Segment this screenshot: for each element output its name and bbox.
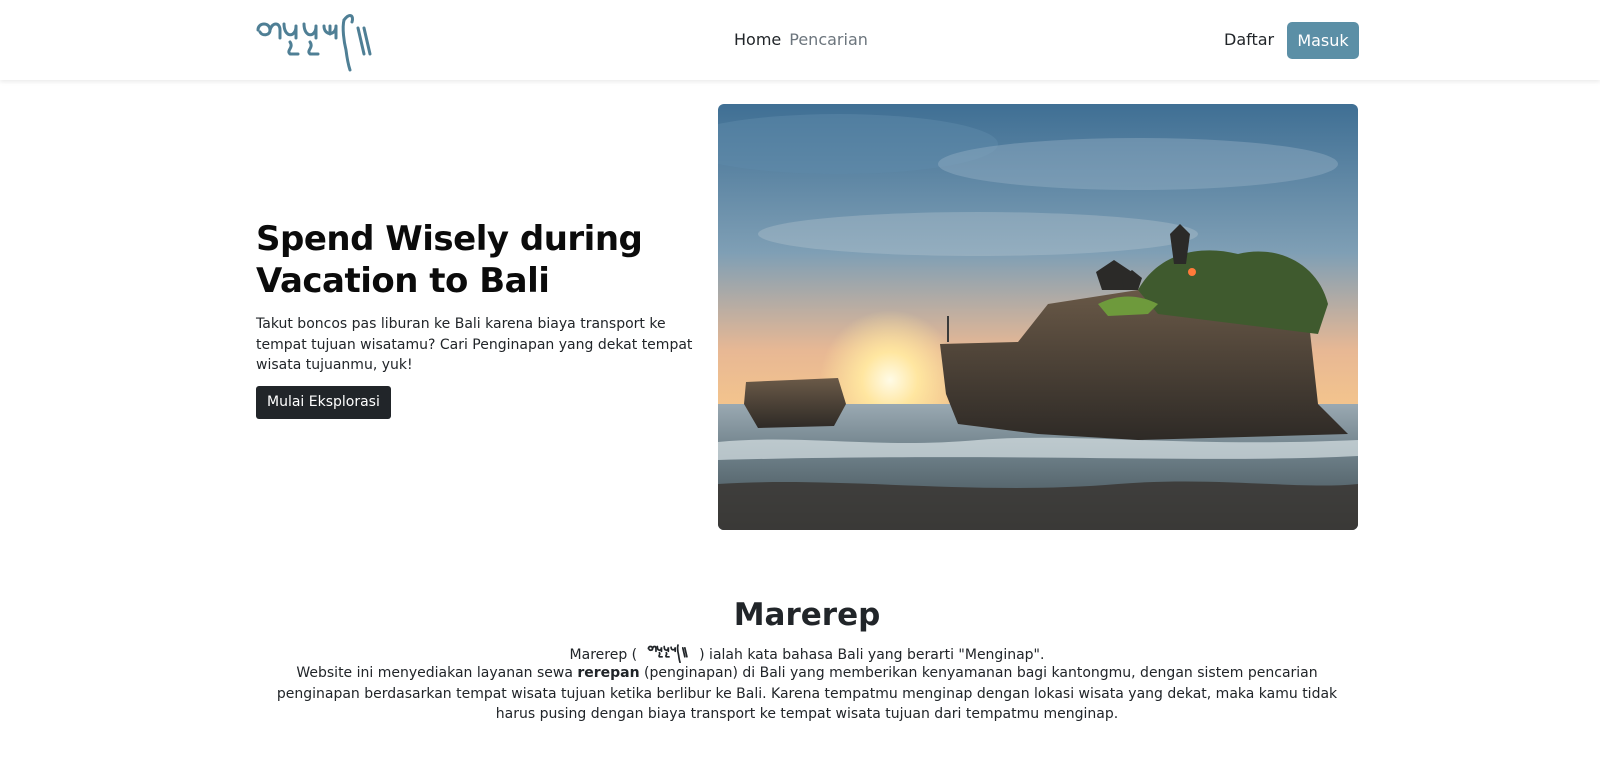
about-definition-prefix: Marerep ( xyxy=(569,647,638,663)
about-title: Marerep xyxy=(733,597,881,633)
tanah-lot-photo-icon xyxy=(718,104,1358,530)
about-paragraph-prefix: Website ini menyediakan layanan sewa xyxy=(296,665,578,681)
about-definition: Marerep ( ) ialah kata bahasa Bali yang b… xyxy=(0,641,1600,665)
about-paragraph-bold: rerepan xyxy=(577,665,640,681)
about-definition-suffix: ) ialah kata bahasa Bali yang berarti "M… xyxy=(699,647,1045,663)
hero-title: Spend Wisely during Vacation to Bali xyxy=(256,218,696,302)
balinese-script-word-icon xyxy=(647,644,688,664)
hero-title-line-1: Spend Wisely during xyxy=(256,219,643,259)
hero-title-line-2: Vacation to Bali xyxy=(256,261,550,301)
hero-description: Takut boncos pas liburan ke Bali karena … xyxy=(256,316,693,373)
start-exploring-button[interactable]: Mulai Eksplorasi xyxy=(256,385,391,419)
balinese-script-logo-icon[interactable] xyxy=(254,8,376,72)
nav-search-link[interactable]: Pencarian xyxy=(789,30,868,50)
login-button[interactable]: Masuk xyxy=(1287,22,1359,59)
about-paragraph: Website ini menyediakan layanan sewa rer… xyxy=(256,663,1358,725)
navbar: Home Pencarian Daftar Masuk xyxy=(0,0,1600,80)
nav-home-link[interactable]: Home xyxy=(734,30,781,50)
nav-links: Home Pencarian xyxy=(734,30,868,50)
register-link[interactable]: Daftar xyxy=(1224,30,1274,50)
hero-section: Spend Wisely during Vacation to Bali Tak… xyxy=(256,218,696,419)
hero-image xyxy=(718,104,1358,530)
